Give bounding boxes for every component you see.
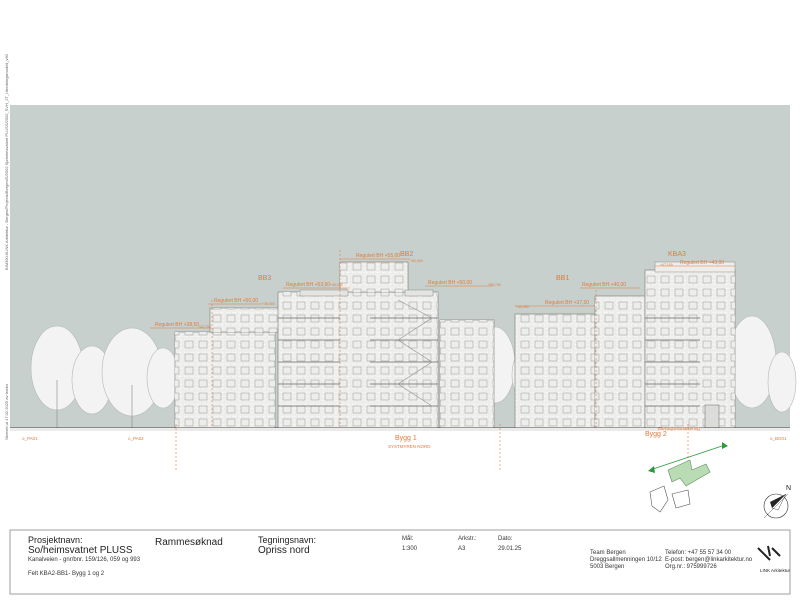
height-label: Regulert BH +43,00	[680, 260, 724, 266]
application-type: Rammesøknad	[155, 537, 223, 548]
height-label: Regulert BH +50,00	[428, 280, 472, 286]
sheet-size: A3	[458, 546, 466, 552]
office-name: Team Bergen	[590, 550, 626, 556]
office-email: E-post: bergen@linkarkitektur.no	[665, 557, 753, 563]
height-label: Regulert BH +50,00	[214, 298, 258, 304]
level-mark: +45,400	[516, 305, 529, 309]
height-label: Regulert BH +55,00	[356, 253, 400, 259]
tree	[146, 347, 180, 409]
block-label-bb1: BB1	[556, 275, 569, 282]
level-mark: +38,500	[262, 302, 275, 306]
building-number-labels: Bygg 1 Bygg 2	[395, 431, 667, 442]
ground-label-pa02: o_PA02	[128, 436, 144, 441]
office-city: 5003 Bergen	[590, 564, 625, 570]
key-plan-buildings	[667, 459, 711, 487]
date-heading: Dato:	[498, 536, 513, 542]
street-label: SYSTMYREN NORD	[388, 444, 431, 449]
scale-heading: Mål:	[402, 536, 414, 542]
level-mark: +49,000	[330, 283, 343, 287]
height-label: Regulert BH +37,50	[545, 300, 589, 306]
office-street: Dreggsallmenningen 10/12	[590, 557, 662, 563]
block-label-kba3: KBA3	[668, 251, 686, 258]
north-arrow-icon	[763, 493, 789, 519]
height-label: Regulert BH +40,00	[582, 282, 626, 288]
ground-label-pa01: o_PA01	[22, 436, 38, 441]
north-label: N	[786, 485, 791, 492]
sheet-heading: Arkstr.:	[458, 536, 477, 542]
level-mark: +42,700	[198, 325, 211, 329]
height-label: Regulert BH +53,50	[286, 282, 330, 288]
block-label-bb2: BB2	[400, 251, 413, 258]
link-logo-icon	[757, 545, 781, 561]
project-name: So/heimsvatnet PLUSS	[28, 545, 133, 556]
project-heading: Prosjektnavn:	[28, 535, 83, 545]
level-mark: +56,700	[488, 283, 501, 287]
block-label-bb3: BB3	[258, 275, 271, 282]
scale-value: 1:300	[402, 546, 418, 552]
block-labels: BB3 BB2 BB1 KBA3	[258, 251, 686, 282]
ground-label-bg01: o_BG01	[770, 436, 787, 441]
bygg-1-label: Bygg 1	[395, 435, 417, 442]
office-org-number: Org.nr.: 975999726	[665, 564, 717, 570]
office-phone: Telefon: +47 55 57 34 00	[665, 550, 732, 556]
level-mark: +47,150	[660, 263, 673, 267]
drawing-name: Opriss nord	[258, 545, 310, 556]
key-plan-building	[649, 485, 669, 513]
project-field: Felt KBA2-BB1- Bygg 1 og 2	[28, 571, 105, 577]
key-plan-building	[671, 489, 691, 509]
drawing-heading: Tegningsnavn:	[258, 535, 317, 545]
building-kba3	[644, 261, 736, 429]
date-value: 29.01.25	[498, 546, 522, 552]
logo-text: LINK Arkitektur	[760, 568, 791, 573]
bygg-2-label: Bygg 2	[645, 431, 667, 438]
project-address: Kanalveien - gnr/bnr. 159/126, 059 og 99…	[28, 557, 141, 563]
tree	[767, 351, 797, 413]
level-mark: +52,000	[410, 259, 423, 263]
height-label: Regulert BH +38,50	[155, 322, 199, 328]
elevation-drawing: Regulert BH +38,50 Regulert BH +50,00 Re…	[9, 250, 797, 595]
building-bb1	[514, 295, 646, 429]
